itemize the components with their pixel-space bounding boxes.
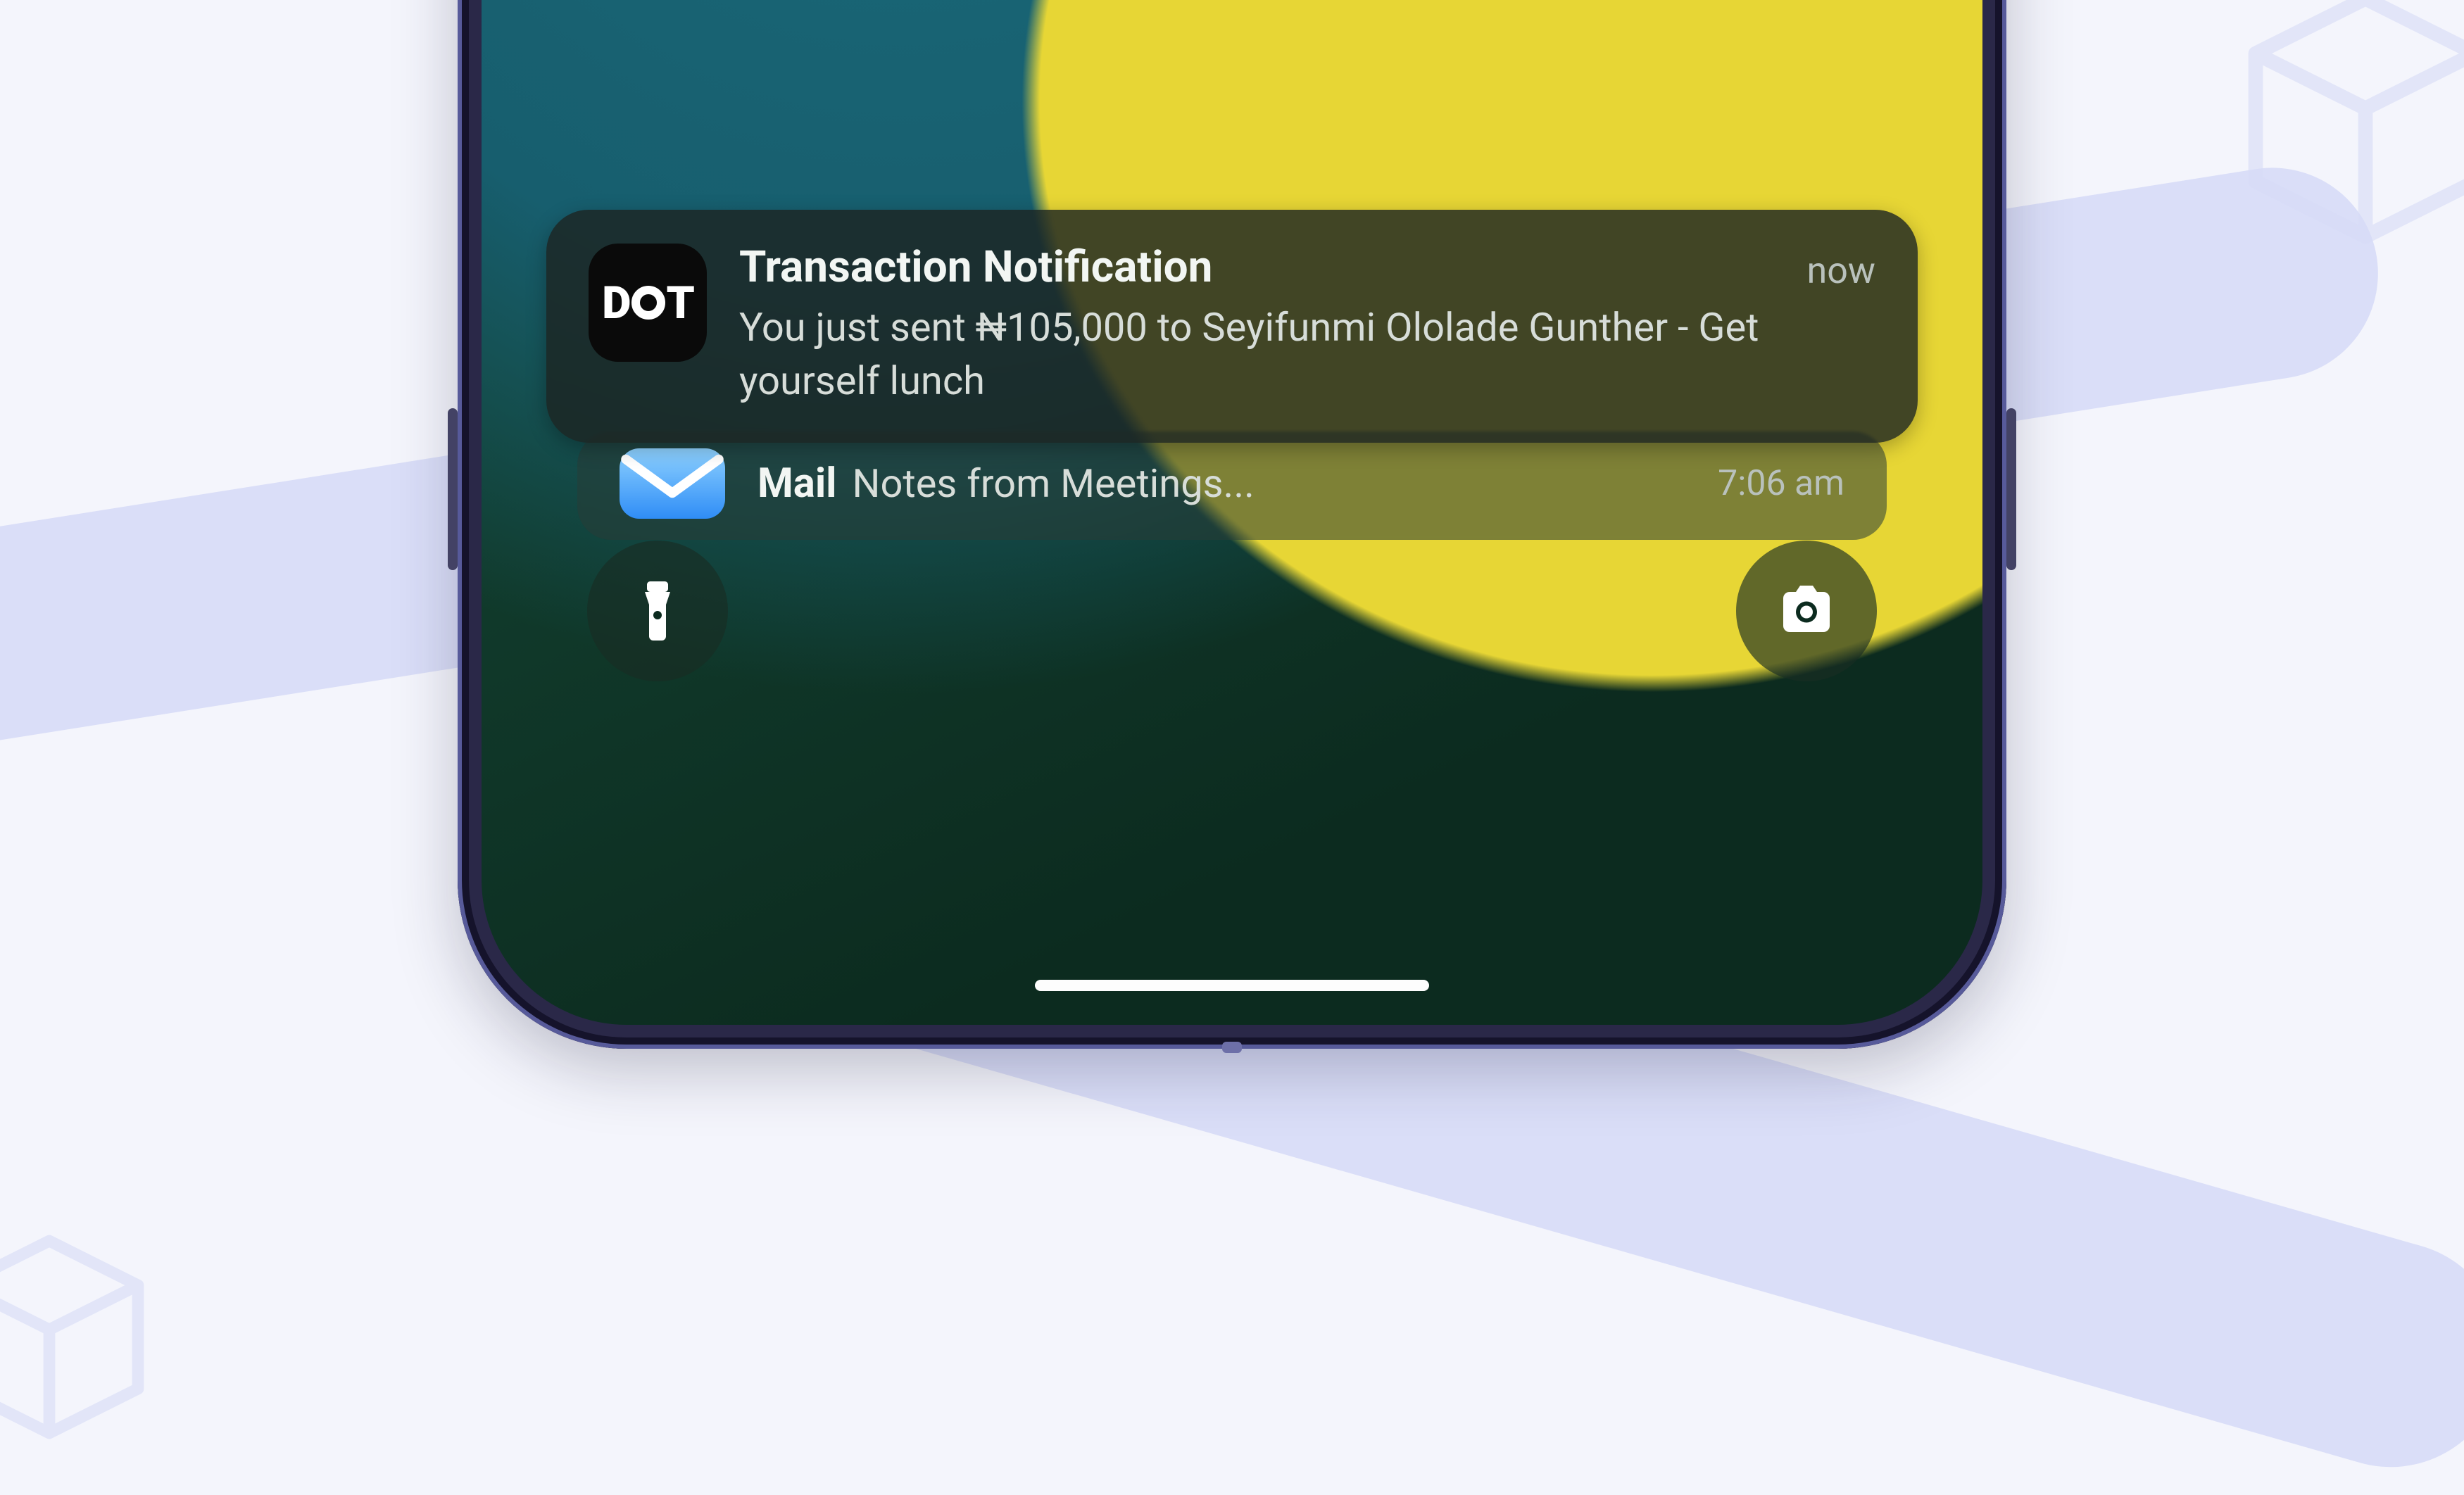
bg-isometric-shape-bottom-left: [0, 1197, 197, 1492]
notification-app-label: Mail: [758, 460, 837, 507]
notification-stack: DT Transaction Notification You just sen…: [546, 210, 1918, 540]
notification-body: Transaction Notification You just sent ₦…: [739, 244, 1775, 408]
notification-body: Mail Notes from Meetings...: [758, 460, 1685, 507]
camera-button[interactable]: [1736, 541, 1877, 681]
phone-port: [1222, 1042, 1242, 1053]
dot-app-icon: DT: [589, 244, 707, 362]
notification-time: 7:06 am: [1718, 463, 1844, 504]
notification-time: now: [1807, 249, 1875, 292]
notification-message: You just sent ₦105,000 to Seyifunmi Olol…: [739, 301, 1775, 408]
notification-mail[interactable]: Mail Notes from Meetings... 7:06 am: [577, 431, 1887, 540]
notification-title: Transaction Notification: [739, 244, 1775, 291]
notification-subject: Notes from Meetings...: [853, 460, 1255, 507]
flashlight-button[interactable]: [587, 541, 728, 681]
dot-logo: DT: [602, 277, 693, 329]
camera-icon: [1773, 577, 1840, 645]
quick-action-row: [587, 541, 1877, 681]
mail-app-icon: [620, 448, 725, 519]
home-indicator[interactable]: [1035, 980, 1429, 991]
notification-transaction[interactable]: DT Transaction Notification You just sen…: [546, 210, 1918, 443]
lock-screen: DT Transaction Notification You just sen…: [482, 0, 1982, 1025]
phone-frame: DT Transaction Notification You just sen…: [458, 0, 2006, 1049]
bg-isometric-shape-top-right: [2182, 0, 2464, 310]
phone-side-button-right: [2006, 408, 2016, 570]
phone-side-button-left: [448, 408, 458, 570]
flashlight-icon: [624, 577, 691, 645]
